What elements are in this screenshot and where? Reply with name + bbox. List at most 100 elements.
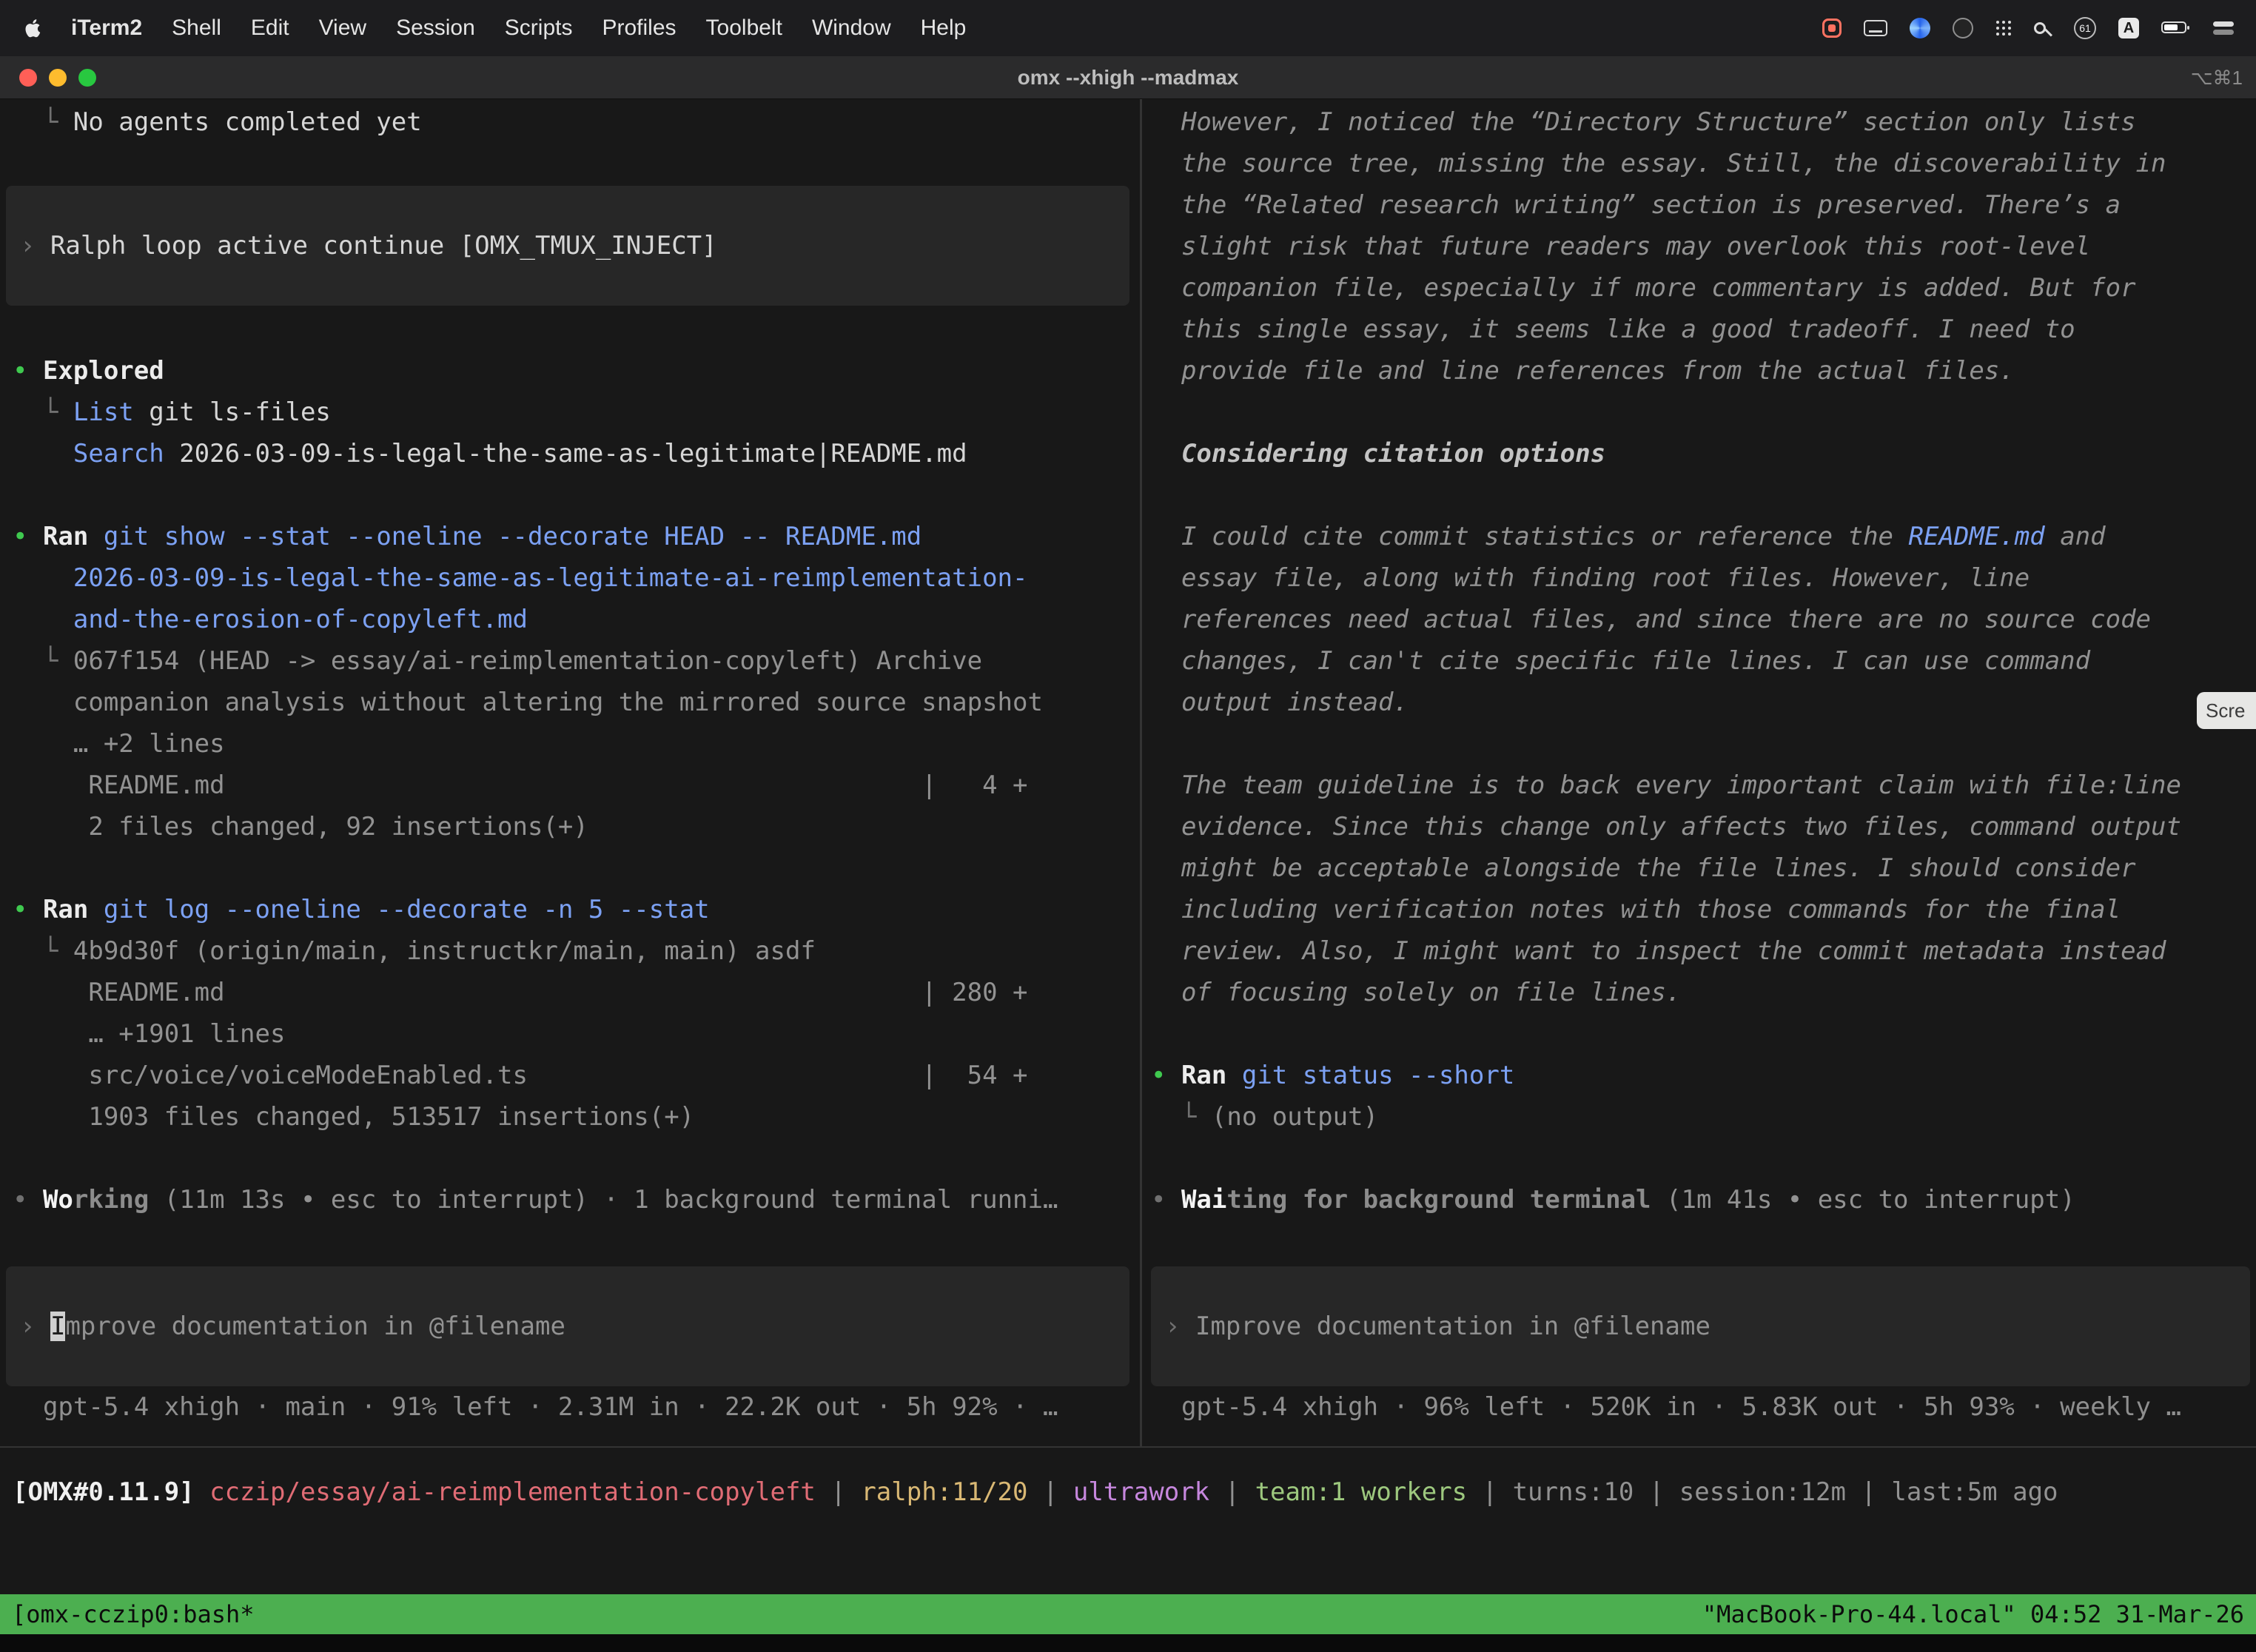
text-segment: └ (13, 397, 73, 427)
menu-help[interactable]: Help (921, 16, 967, 41)
terminal-line: • Ran git status --short (1151, 1055, 1514, 1096)
menu-shell[interactable]: Shell (172, 16, 221, 41)
menubar-menus: Shell Edit View Session Scripts Profiles Toolb… (172, 16, 966, 41)
text-segment: (11m 13s • esc to interrupt) · 1 backgro… (149, 1185, 1073, 1215)
terminal-line: • Working (11m 13s • esc to interrupt) ·… (13, 1179, 1073, 1220)
menu-scripts[interactable]: Scripts (505, 16, 573, 41)
terminal-line: … +2 lines (13, 723, 225, 765)
left-prompt-input[interactable]: › I mprove documentation in @filename (6, 1266, 1129, 1386)
menu-profiles[interactable]: Profiles (602, 16, 676, 41)
text-segment: README.md | 280 + (13, 978, 1027, 1007)
menu-view[interactable]: View (319, 16, 366, 41)
terminal-line: changes, I can't cite specific file line… (1151, 640, 2090, 682)
terminal-line: • Explored (13, 350, 164, 392)
text-segment: • (1151, 1061, 1181, 1090)
window-title: omx --xhigh --madmax (0, 56, 2256, 99)
screen-notification-tab[interactable]: Scre (2197, 692, 2256, 729)
text-segment: 2026-03-09-is-legal-the-same-as-legitima… (164, 439, 967, 469)
text-segment: • (1151, 1185, 1181, 1215)
text-segment (88, 895, 103, 924)
text-segment: └ (1151, 1102, 1212, 1132)
text-segment: companion analysis without altering the … (13, 688, 1043, 717)
terminal-line: essay file, along with finding root file… (1151, 557, 2030, 599)
tmux-status-bar: [omx-cczip0:bash* "MacBook-Pro-44.local"… (0, 1594, 2256, 1634)
terminal-line: of focusing solely on file lines. (1151, 972, 1681, 1013)
keyboard-icon[interactable] (1864, 20, 1887, 36)
text-segment: src/voice/voiceModeEnabled.ts | 54 + (13, 1061, 1027, 1090)
text-segment: However, I noticed the “Directory Struct… (1151, 107, 2136, 137)
battery-percent-badge[interactable]: 61 (2074, 17, 2096, 39)
text-segment: references need actual files, and since … (1151, 605, 2151, 634)
terminal-line: • Ran git log --oneline --decorate -n 5 … (13, 889, 710, 930)
prompt-chevron: › (20, 1312, 50, 1341)
text-segment: | (1028, 1477, 1073, 1507)
text-segment: (no output) (1212, 1102, 1378, 1132)
right-prompt-input[interactable]: › Improve documentation in @filename (1151, 1266, 2250, 1386)
menu-edit[interactable]: Edit (251, 16, 289, 41)
menu-toolbelt[interactable]: Toolbelt (706, 16, 782, 41)
input-source-icon[interactable]: A (2118, 18, 2139, 38)
menu-window[interactable]: Window (812, 16, 891, 41)
text-segment: (1m 41s • esc to interrupt) (1651, 1185, 2075, 1215)
menu-app-name[interactable]: iTerm2 (71, 16, 142, 41)
text-segment: • (13, 356, 43, 386)
terminal-line: might be acceptable alongside the file l… (1151, 847, 2136, 889)
terminal-line: └ 4b9d30f (origin/main, instructkr/main,… (13, 930, 816, 972)
right-pane: However, I noticed the “Directory Struct… (1151, 99, 2256, 1446)
text-segment: provide file and line references from th… (1151, 356, 2015, 386)
text-segment: Ran (43, 522, 88, 551)
battery-icon[interactable] (2161, 16, 2191, 41)
text-segment: 067f154 (HEAD -> essay/ai-reimplementati… (73, 646, 982, 676)
text-segment: README.md | 4 + (13, 770, 1027, 800)
window-titlebar: omx --xhigh --madmax ⌥⌘1 (0, 56, 2256, 99)
terminal-line: src/voice/voiceModeEnabled.ts | 54 + (13, 1055, 1027, 1096)
text-segment: git show --stat --oneline --decorate HEA… (104, 522, 921, 551)
text-segment: Considering citation options (1151, 439, 1605, 469)
text-segment: 2026-03-09-is-legal-the-same-as-legitima… (13, 563, 1027, 593)
terminal-line: └ List git ls-files (13, 392, 331, 433)
macos-menubar: iTerm2 Shell Edit View Session Scripts Profil… (0, 0, 2256, 56)
terminal-line: companion analysis without altering the … (13, 682, 1043, 723)
blue-app-icon[interactable] (1910, 18, 1930, 38)
screen-recording-icon[interactable] (1822, 19, 1842, 38)
bottom-black-strip (0, 1634, 2256, 1652)
text-segment (13, 439, 73, 469)
terminal-line: provide file and line references from th… (1151, 350, 2015, 392)
lower-strip (0, 1448, 2256, 1594)
text-segment: session:12m (1679, 1477, 1846, 1507)
terminal-line: Search 2026-03-09-is-legal-the-same-as-l… (13, 433, 967, 474)
text-segment: changes, I can't cite specific file line… (1151, 646, 2090, 676)
tmux-session-window[interactable]: [omx-cczip0:bash* (12, 1600, 255, 1628)
text-segment: … +1901 lines (13, 1019, 285, 1049)
terminal-line: companion file, especially if more comme… (1151, 267, 2136, 309)
control-center-icon[interactable] (2213, 21, 2234, 35)
key-icon[interactable] (2034, 22, 2046, 34)
terminal-line: 2 files changed, 92 insertions(+) (13, 806, 588, 847)
dots-grid-icon[interactable] (1995, 20, 2012, 36)
text-segment: ultrawork (1073, 1477, 1209, 1507)
text-segment: README.md (1909, 522, 2045, 551)
text-segment (88, 522, 103, 551)
terminal-line: README.md | 4 + (13, 765, 1027, 806)
dark-app-icon[interactable] (1953, 18, 1973, 38)
text-segment: review. Also, I might want to inspect th… (1151, 936, 2166, 966)
terminal-line: └ 067f154 (HEAD -> essay/ai-reimplementa… (13, 640, 982, 682)
text-segment: output instead. (1151, 688, 1409, 717)
text-segment: • (13, 895, 43, 924)
text-segment: ralph:11/20 (861, 1477, 1027, 1507)
text-segment: Ran (43, 895, 88, 924)
pane-divider[interactable] (1140, 99, 1142, 1446)
text-segment: rking (73, 1185, 149, 1215)
text-segment: turns:10 (1513, 1477, 1634, 1507)
menu-session[interactable]: Session (396, 16, 475, 41)
text-segment: • (13, 522, 43, 551)
apple-menu-icon[interactable] (22, 17, 44, 39)
text-segment: | (1467, 1477, 1512, 1507)
right-model-statusline: gpt-5.4 xhigh · 96% left · 520K in · 5.8… (1151, 1386, 2181, 1428)
terminal-line: slight risk that future readers may over… (1151, 226, 2090, 267)
text-segment: └ (13, 936, 73, 966)
text-segment: | (816, 1477, 861, 1507)
iterm2-window: iTerm2 Shell Edit View Session Scripts Profil… (0, 0, 2256, 1652)
text-segment: • (13, 1185, 43, 1215)
text-segment: └ (13, 107, 73, 137)
